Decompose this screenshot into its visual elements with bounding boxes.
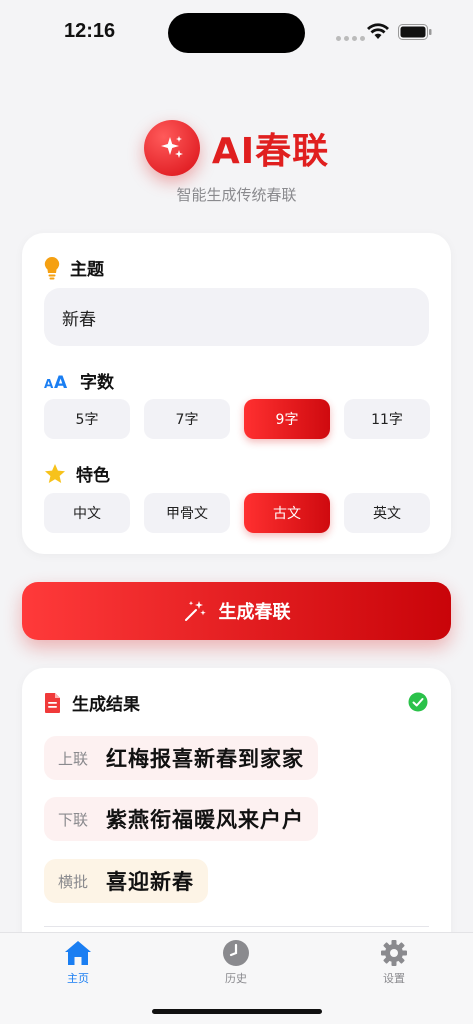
char-count-option-5[interactable]: 5字 (44, 399, 130, 439)
style-option-classical[interactable]: 古文 (244, 493, 330, 533)
tab-home[interactable]: 主页 (38, 939, 118, 986)
style-option-english[interactable]: 英文 (344, 493, 430, 533)
char-count-option-11[interactable]: 11字 (344, 399, 430, 439)
style-options: 中文 甲骨文 古文 英文 (44, 493, 430, 533)
settings-card: 主题 新春 A A 字数 5字 7字 9字 11字 特色 中文 甲骨文 古文 英… (22, 233, 451, 554)
lower-couplet-text: 紫燕衔福暖风来户户 (106, 808, 305, 832)
result-section-label: 生成结果 (44, 690, 140, 715)
char-count-label: 字数 (80, 373, 114, 393)
char-count-option-7[interactable]: 7字 (144, 399, 230, 439)
generate-button-label: 生成春联 (218, 602, 291, 623)
home-icon (65, 941, 91, 965)
home-indicator (152, 1009, 322, 1014)
svg-text:A: A (44, 377, 54, 390)
document-icon (45, 692, 60, 713)
theme-label: 主题 (70, 260, 104, 280)
char-count-options: 5字 7字 9字 11字 (44, 399, 430, 439)
app-title: AI春联 (211, 131, 330, 172)
tab-history-label: 历史 (225, 972, 247, 985)
horizontal-scroll-tag: 横批 (58, 872, 89, 891)
battery-icon (398, 24, 432, 40)
sparkle-logo-icon (143, 120, 200, 176)
app-header: AI春联 (0, 118, 473, 178)
dynamic-island (168, 13, 305, 53)
gear-icon (381, 940, 407, 966)
result-divider (44, 926, 429, 927)
horizontal-scroll-text: 喜迎新春 (106, 870, 195, 894)
char-count-option-9[interactable]: 9字 (244, 399, 330, 439)
style-section-label: 特色 (44, 461, 110, 486)
style-option-chinese[interactable]: 中文 (44, 493, 130, 533)
tab-settings-label: 设置 (383, 972, 405, 985)
upper-couplet-row: 上联 红梅报喜新春到家家 (44, 736, 319, 780)
lightbulb-icon (44, 256, 60, 279)
status-bar: 12:16 (0, 0, 473, 60)
tab-history[interactable]: 历史 (196, 939, 276, 986)
horizontal-scroll-row: 横批 喜迎新春 (44, 859, 209, 903)
style-option-oracle-bone[interactable]: 甲骨文 (144, 493, 230, 533)
result-card: 生成结果 上联 红梅报喜新春到家家 下联 紫燕衔福暖风来户户 横批 喜迎新春 (22, 668, 451, 968)
lower-couplet-tag: 下联 (58, 810, 89, 829)
tab-settings[interactable]: 设置 (354, 939, 434, 986)
style-label: 特色 (76, 466, 110, 486)
clock-icon (223, 940, 249, 966)
svg-text:A: A (54, 373, 68, 390)
magic-wand-icon (184, 601, 206, 621)
cellular-signal-icon (336, 36, 365, 41)
theme-section-label: 主题 (44, 255, 104, 280)
upper-couplet-tag: 上联 (58, 749, 89, 768)
upper-couplet-text: 红梅报喜新春到家家 (106, 747, 305, 771)
wifi-icon (367, 23, 389, 39)
char-count-section-label: A A 字数 (44, 368, 114, 394)
check-circle-icon (408, 692, 428, 712)
text-size-icon: A A (44, 373, 68, 390)
tab-home-label: 主页 (67, 972, 89, 985)
status-time: 12:16 (64, 20, 116, 42)
app-subtitle: 智能生成传统春联 (176, 186, 297, 204)
star-icon (45, 463, 65, 483)
theme-input[interactable]: 新春 (44, 288, 429, 346)
lower-couplet-row: 下联 紫燕衔福暖风来户户 (44, 797, 319, 841)
result-title: 生成结果 (72, 695, 140, 715)
generate-button[interactable]: 生成春联 (22, 582, 451, 640)
